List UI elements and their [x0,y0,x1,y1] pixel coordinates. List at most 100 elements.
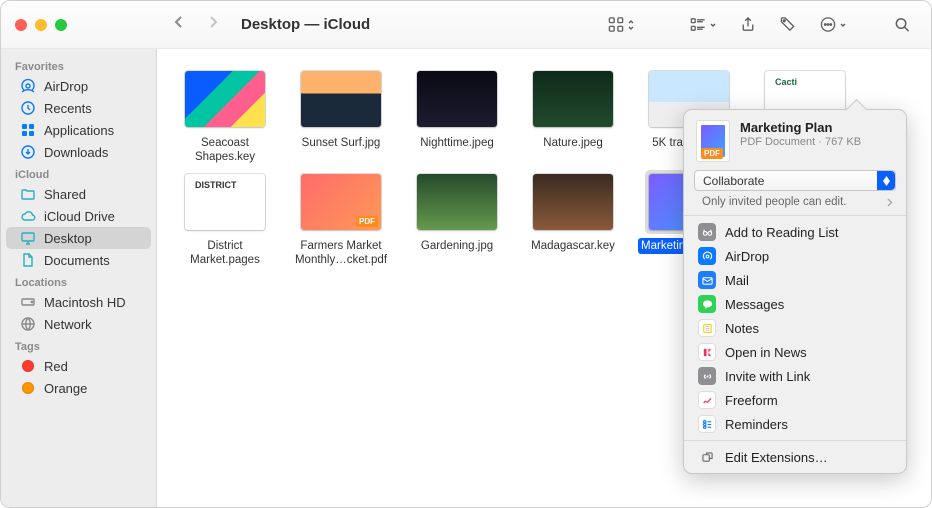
collaborate-label: Collaborate [703,174,764,188]
share-actions-list: Add to Reading List AirDrop Mail Messages No… [684,216,906,440]
search-button[interactable] [883,12,921,37]
sidebar-item-red[interactable]: Red [6,355,151,377]
popover-title: Marketing Plan [740,120,861,135]
permission-note: Only invited people can edit. [702,196,885,208]
forward-button[interactable] [205,14,221,35]
reminders-icon [698,415,716,433]
sidebar-item-label: Network [44,317,92,332]
sidebar-item-label: Shared [44,187,86,202]
window-controls [1,19,157,31]
glasses-icon [698,223,716,241]
file-grid-area: Seacoast Shapes.key Sunset Surf.jpg Nightt… [157,49,931,507]
share-action-invite-with-link[interactable]: Invite with Link [684,364,906,388]
tag-dot-icon [20,358,36,374]
sidebar-item-label: Downloads [44,145,108,160]
sidebar-section-header: Favorites [1,55,156,75]
share-action-freeform[interactable]: Freeform [684,388,906,412]
share-action-add-to-reading-list[interactable]: Add to Reading List [684,220,906,244]
file-item[interactable]: Sunset Surf.jpg [285,67,397,166]
clock-icon [20,100,36,116]
file-item[interactable]: DISTRICT District Market.pages [169,170,281,269]
minimize-window-button[interactable] [35,19,47,31]
tag-dot-icon [20,380,36,396]
file-thumbnail [301,71,381,127]
sidebar-item-label: AirDrop [44,79,88,94]
sidebar-section-header: iCloud [1,163,156,183]
share-action-label: Reminders [725,417,788,432]
share-action-label: AirDrop [725,249,769,264]
share-action-label: Open in News [725,345,807,360]
hdd-icon [20,294,36,310]
share-action-label: Add to Reading List [725,225,838,240]
file-name: Farmers Market Monthly…cket.pdf [287,238,395,269]
cloud-icon [20,208,36,224]
share-action-reminders[interactable]: Reminders [684,412,906,436]
share-action-mail[interactable]: Mail [684,268,906,292]
download-icon [20,144,36,160]
file-name: Sunset Surf.jpg [299,135,384,151]
share-button[interactable] [729,12,767,37]
doc-icon [20,252,36,268]
share-action-notes[interactable]: Notes [684,316,906,340]
file-item[interactable]: Nighttime.jpeg [401,67,513,166]
airdrop-icon [698,247,716,265]
fullscreen-window-button[interactable] [55,19,67,31]
file-name: Madagascar.key [528,238,618,254]
toolbar [597,12,931,37]
file-name: Nighttime.jpeg [417,135,497,151]
link-icon [698,367,716,385]
sidebar-item-macintosh-hd[interactable]: Macintosh HD [6,291,151,313]
desktop-icon [20,230,36,246]
news-icon [698,343,716,361]
sidebar-item-label: Desktop [44,231,92,246]
notes-icon [698,319,716,337]
close-window-button[interactable] [15,19,27,31]
file-name: District Market.pages [171,238,279,269]
file-item[interactable]: Gardening.jpg [401,170,513,269]
edit-extensions-item[interactable]: Edit Extensions… [684,445,906,469]
finder-window: Desktop — iCloud [0,0,932,508]
sidebar-item-orange[interactable]: Orange [6,377,151,399]
tags-button[interactable] [769,12,807,37]
file-thumbnail [417,71,497,127]
collaborate-dropdown[interactable]: Collaborate [694,170,896,191]
share-action-airdrop[interactable]: AirDrop [684,244,906,268]
sidebar-item-applications[interactable]: Applications [6,119,151,141]
sidebar-item-label: iCloud Drive [44,209,115,224]
group-by-button[interactable] [679,12,727,37]
extensions-icon [698,448,716,466]
file-item[interactable]: Madagascar.key [517,170,629,269]
sidebar-item-network[interactable]: Network [6,313,151,335]
file-name: Nature.jpeg [540,135,605,151]
share-action-messages[interactable]: Messages [684,292,906,316]
view-mode-button[interactable] [597,12,645,37]
sidebar-item-icloud-drive[interactable]: iCloud Drive [6,205,151,227]
bubble-icon [698,295,716,313]
file-thumbnail: DISTRICT [185,174,265,230]
file-item[interactable]: PDFFarmers Market Monthly…cket.pdf [285,170,397,269]
sidebar-item-shared[interactable]: Shared [6,183,151,205]
sidebar-item-desktop[interactable]: Desktop [6,227,151,249]
file-thumbnail [533,71,613,127]
sidebar-item-downloads[interactable]: Downloads [6,141,151,163]
share-action-open-in-news[interactable]: Open in News [684,340,906,364]
file-name: Gardening.jpg [418,238,496,254]
back-button[interactable] [171,14,187,35]
sidebar-item-label: Macintosh HD [44,295,126,310]
permission-row[interactable]: Only invited people can edit. [684,191,906,215]
sidebar-item-recents[interactable]: Recents [6,97,151,119]
folder-shared-icon [20,186,36,202]
more-actions-button[interactable] [809,12,857,37]
sidebar-item-airdrop[interactable]: AirDrop [6,75,151,97]
share-action-label: Messages [725,297,784,312]
file-item[interactable]: Seacoast Shapes.key [169,67,281,166]
file-thumbnail [533,174,613,230]
share-action-label: Invite with Link [725,369,810,384]
file-thumbnail [417,174,497,230]
titlebar: Desktop — iCloud [1,1,931,49]
sidebar-item-label: Recents [44,101,92,116]
sidebar-item-documents[interactable]: Documents [6,249,151,271]
file-item[interactable]: Nature.jpeg [517,67,629,166]
sidebar-section-header: Tags [1,335,156,355]
file-thumbnail [185,71,265,127]
